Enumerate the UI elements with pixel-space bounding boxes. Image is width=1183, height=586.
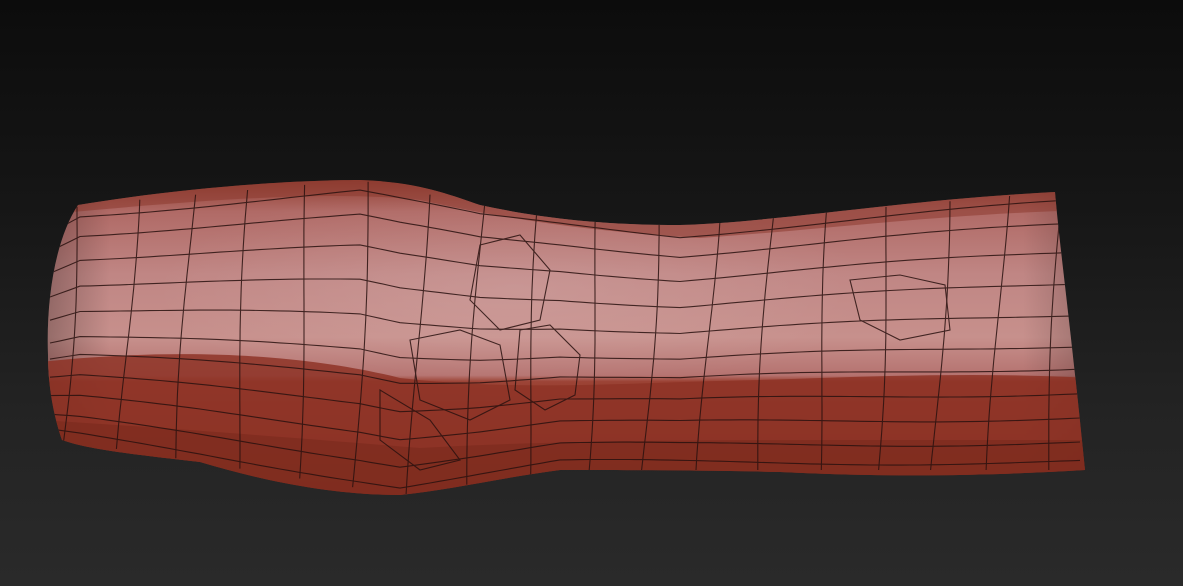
sculpt-mesh[interactable] (0, 0, 1183, 586)
3d-viewport[interactable] (0, 0, 1183, 586)
